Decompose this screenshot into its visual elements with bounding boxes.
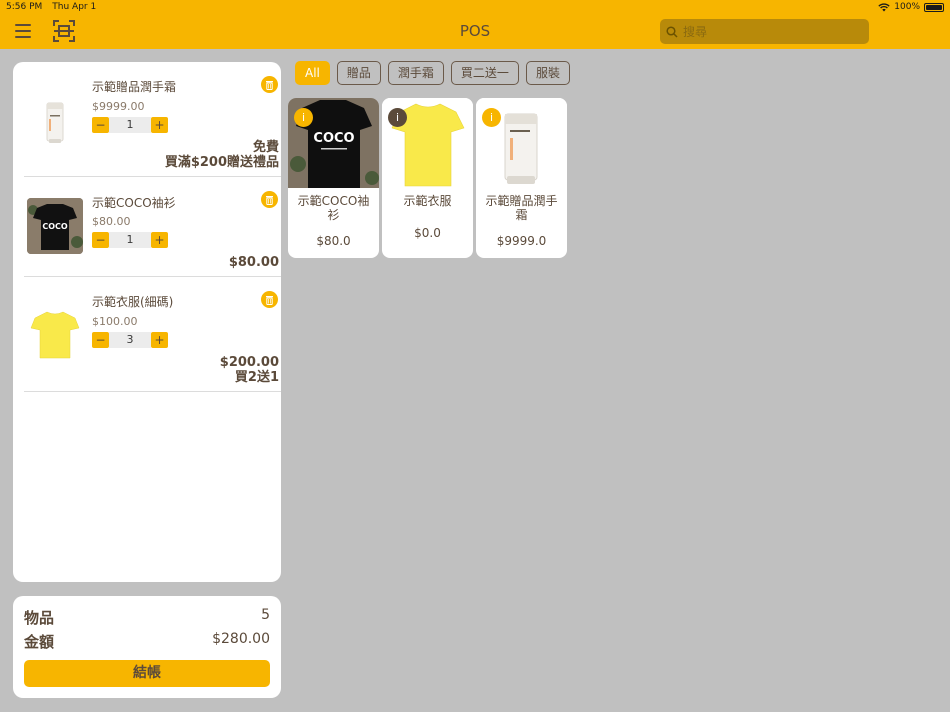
product-name: 示範COCO袖衫 (297, 194, 370, 222)
nav-bar: POS (0, 14, 950, 49)
cart-item-promo-note: 買滿$200贈送禮品 (164, 155, 279, 170)
quantity-stepper[interactable]: − 3 + (92, 332, 168, 348)
filter-chip-hand-cream[interactable]: 潤手霜 (387, 61, 444, 85)
product-card[interactable]: i 示範衣服 $0.0 (382, 98, 473, 258)
delete-icon[interactable] (261, 291, 278, 308)
status-right: 100% (878, 2, 944, 12)
product-thumbnail (27, 95, 83, 151)
cart-item-name: 示範衣服(細碼) (92, 295, 174, 309)
product-grid: COCO i 示範COCO袖衫 $80.0 i 示範衣服 $0.0 i 示範贈品… (288, 98, 567, 258)
items-count-row: 物品 5 (24, 607, 270, 628)
filter-chip-clothing[interactable]: 服裝 (525, 61, 570, 85)
search-input[interactable] (683, 24, 863, 39)
product-name: 示範衣服 (403, 194, 452, 208)
svg-text:COCO: COCO (313, 131, 354, 146)
quantity-value[interactable]: 1 (109, 232, 151, 248)
line-total-block: $80.00 (229, 255, 279, 270)
line-total-block: 免費 買滿$200贈送禮品 (165, 140, 279, 170)
cart-panel: 示範贈品潤手霜 $9999.00 − 1 + 免費 買滿$200贈送禮品 COC… (13, 62, 281, 582)
barcode-scan-icon[interactable] (53, 20, 75, 42)
svg-text:COCO: COCO (42, 222, 68, 231)
cart-item[interactable]: COCO 示範COCO袖衫 $80.00 − 1 + $80.00 (24, 177, 281, 277)
product-card[interactable]: i 示範贈品潤手霜 $9999.0 (476, 98, 567, 258)
cart-item-line-total: $80.00 (228, 255, 279, 270)
filter-chip-buy-two[interactable]: 買二送一 (450, 61, 519, 85)
checkout-button[interactable]: 結帳 (24, 660, 270, 687)
status-date: Thu Apr 1 (52, 2, 97, 12)
total-row: 金額 $280.00 (24, 631, 270, 652)
menu-icon[interactable] (15, 24, 31, 38)
status-bar: 5:56 PM Thu Apr 1 100% (0, 0, 950, 14)
search-icon (666, 25, 678, 38)
cart-item[interactable]: 示範贈品潤手霜 $9999.00 − 1 + 免費 買滿$200贈送禮品 (24, 62, 281, 177)
product-price: $0.0 (414, 226, 441, 240)
total-amount: $280.00 (212, 631, 270, 647)
product-thumbnail: COCO (27, 198, 83, 254)
status-time: 5:56 PM (6, 2, 43, 12)
wifi-icon (878, 2, 890, 11)
increment-button[interactable]: + (151, 332, 168, 348)
quantity-value[interactable]: 1 (109, 117, 151, 133)
line-total-block: $200.00 買2送1 (220, 355, 279, 385)
delete-icon[interactable] (261, 191, 278, 208)
cart-item-promo-note: 買2送1 (234, 370, 279, 385)
decrement-button[interactable]: − (92, 117, 109, 133)
filter-chip-gift[interactable]: 贈品 (336, 61, 381, 85)
quantity-stepper[interactable]: − 1 + (92, 232, 168, 248)
cart-item-price: $100.00 (92, 315, 138, 328)
product-name: 示範贈品潤手霜 (485, 194, 558, 222)
cart-item-name: 示範贈品潤手霜 (92, 80, 177, 94)
quantity-stepper[interactable]: − 1 + (92, 117, 168, 133)
battery-percent: 100% (894, 2, 920, 12)
summary-panel: 物品 5 金額 $280.00 結帳 (13, 596, 281, 698)
total-label: 金額 (24, 633, 55, 651)
items-label: 物品 (24, 609, 55, 627)
decrement-button[interactable]: − (92, 232, 109, 248)
battery-icon (924, 2, 944, 12)
quantity-value[interactable]: 3 (109, 332, 151, 348)
cart-item-line-total: $200.00 (219, 355, 279, 370)
product-card[interactable]: COCO i 示範COCO袖衫 $80.0 (288, 98, 379, 258)
increment-button[interactable]: + (151, 117, 168, 133)
filter-chip-all[interactable]: All (295, 61, 330, 85)
cart-item-price: $9999.00 (92, 100, 145, 113)
cart-item-name: 示範COCO袖衫 (92, 196, 176, 210)
decrement-button[interactable]: − (92, 332, 109, 348)
cart-item-line-total: 免費 (252, 140, 279, 155)
info-icon[interactable]: i (388, 108, 407, 127)
items-count: 5 (261, 607, 270, 623)
info-icon[interactable]: i (482, 108, 501, 127)
product-price: $80.0 (316, 234, 351, 248)
category-filters: All 贈品 潤手霜 買二送一 服裝 (295, 61, 570, 85)
delete-icon[interactable] (261, 76, 278, 93)
cart-item-price: $80.00 (92, 215, 131, 228)
search-bar[interactable] (660, 19, 869, 44)
product-thumbnail (27, 306, 83, 362)
product-price: $9999.0 (496, 234, 547, 248)
increment-button[interactable]: + (151, 232, 168, 248)
cart-item[interactable]: 示範衣服(細碼) $100.00 − 3 + $200.00 買2送1 (24, 277, 281, 392)
info-icon[interactable]: i (294, 108, 313, 127)
